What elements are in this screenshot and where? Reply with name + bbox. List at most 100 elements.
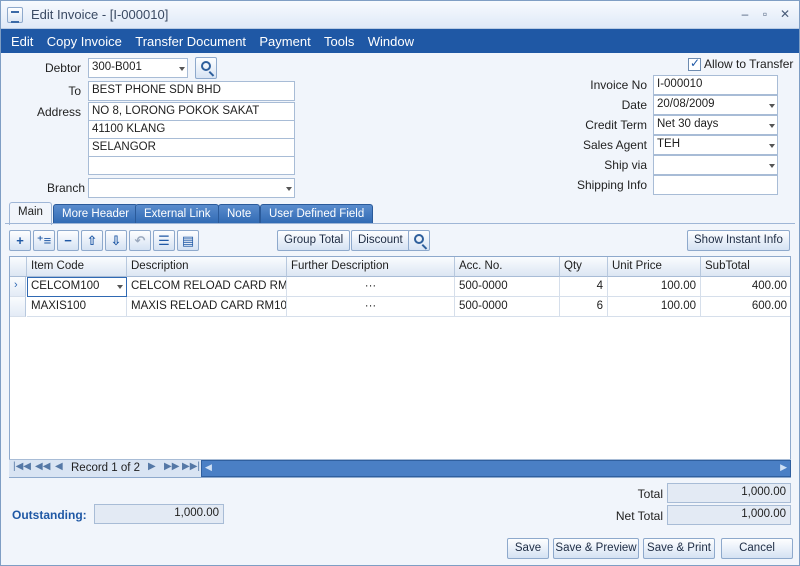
- col-further-description[interactable]: Further Description: [287, 257, 455, 277]
- table-cell-item-code[interactable]: MAXIS100: [27, 297, 127, 317]
- table-cell-item-code[interactable]: CELCOM100: [27, 277, 127, 297]
- col-subtotal[interactable]: SubTotal: [701, 257, 790, 277]
- credit-term-select[interactable]: Net 30 days: [653, 115, 778, 135]
- table-cell-description[interactable]: MAXIS RELOAD CARD RM100: [127, 297, 287, 317]
- invoice-window: Edit Invoice - [I-000010] – ▫ ✕ Edit Cop…: [0, 0, 800, 566]
- ship-via-select[interactable]: [653, 155, 778, 175]
- scroll-right-icon[interactable]: ▶: [780, 462, 787, 473]
- ship-via-label: Ship via: [604, 158, 647, 172]
- subtotal-row-button[interactable]: ☰: [153, 230, 175, 251]
- restore-button[interactable]: ▫: [755, 5, 775, 23]
- col-item-code[interactable]: Item Code: [27, 257, 127, 277]
- nav-prev-icon[interactable]: ◀: [55, 461, 63, 472]
- table-cell-unit-price[interactable]: 100.00: [608, 277, 701, 297]
- undo-button[interactable]: ↶: [129, 230, 151, 251]
- nav-next-page-icon[interactable]: ▶▶: [164, 461, 179, 472]
- chevron-down-icon: [769, 144, 775, 148]
- record-counter: Record 1 of 2: [71, 462, 141, 474]
- move-up-button[interactable]: ⇧: [81, 230, 103, 251]
- table-cell-subtotal[interactable]: 400.00: [701, 277, 790, 297]
- close-button[interactable]: ✕: [775, 5, 795, 23]
- col-acc-no[interactable]: Acc. No.: [455, 257, 560, 277]
- save-print-button[interactable]: Save & Print: [643, 538, 715, 559]
- tab-main[interactable]: Main: [9, 202, 52, 225]
- table-cell-acc-no[interactable]: 500-0000: [455, 297, 560, 317]
- scroll-left-icon[interactable]: ◀: [205, 462, 212, 473]
- menu-transfer-document[interactable]: Transfer Document: [130, 30, 251, 53]
- tab-user-defined-field[interactable]: User Defined Field: [260, 204, 374, 224]
- address-line-2[interactable]: 41100 KLANG: [88, 120, 295, 139]
- table-cell-qty[interactable]: 4: [560, 277, 608, 297]
- table-cell-further-description[interactable]: ···: [287, 277, 455, 297]
- nav-first-icon[interactable]: |◀◀: [13, 461, 31, 472]
- detail-icon: ▤: [181, 233, 195, 248]
- move-down-button[interactable]: ⇩: [105, 230, 127, 251]
- sales-agent-select[interactable]: TEH: [653, 135, 778, 155]
- debtor-value: 300-B001: [92, 61, 142, 73]
- find-item-button[interactable]: [408, 230, 430, 251]
- minus-icon: −: [64, 233, 72, 248]
- menu-copy-invoice[interactable]: Copy Invoice: [42, 30, 127, 53]
- tab-divider: [5, 223, 795, 224]
- col-unit-price[interactable]: Unit Price: [608, 257, 701, 277]
- table-cell-qty[interactable]: 6: [560, 297, 608, 317]
- address-line-4[interactable]: [88, 156, 295, 175]
- debtor-lookup-button[interactable]: [195, 57, 217, 79]
- table-cell-unit-price[interactable]: 100.00: [608, 297, 701, 317]
- add-row-button[interactable]: +: [9, 230, 31, 251]
- detail-view-button[interactable]: ▤: [177, 230, 199, 251]
- insert-row-button[interactable]: ⁺≡: [33, 230, 55, 251]
- save-button[interactable]: Save: [507, 538, 549, 559]
- to-field[interactable]: BEST PHONE SDN BHD: [88, 81, 295, 101]
- nav-next-icon[interactable]: ▶: [148, 461, 156, 472]
- total-label: Total: [637, 487, 663, 501]
- menu-bar: Edit Copy Invoice Transfer Document Paym…: [1, 29, 799, 53]
- menu-edit[interactable]: Edit: [6, 30, 38, 53]
- date-field[interactable]: 20/08/2009: [653, 95, 778, 115]
- row-indicator[interactable]: [10, 297, 26, 317]
- nav-last-icon[interactable]: ▶▶|: [182, 461, 200, 472]
- discount-button[interactable]: Discount: [351, 230, 410, 251]
- undo-icon: ↶: [134, 233, 146, 248]
- invoice-no-field[interactable]: I-000010: [653, 75, 778, 95]
- debtor-select[interactable]: 300-B001: [88, 58, 188, 78]
- menu-tools[interactable]: Tools: [319, 30, 359, 53]
- tab-more-header[interactable]: More Header: [53, 204, 139, 224]
- col-qty[interactable]: Qty: [560, 257, 608, 277]
- table-cell-subtotal[interactable]: 600.00: [701, 297, 790, 317]
- address-label: Address: [36, 105, 81, 119]
- allow-transfer-label: Allow to Transfer: [704, 57, 794, 71]
- insert-row-icon: ⁺≡: [36, 233, 52, 248]
- address-line-1[interactable]: NO 8, LORONG POKOK SAKAT: [88, 102, 295, 121]
- table-cell-description[interactable]: CELCOM RELOAD CARD RM100: [127, 277, 287, 297]
- table-cell-acc-no[interactable]: 500-0000: [455, 277, 560, 297]
- show-instant-info-button[interactable]: Show Instant Info: [687, 230, 790, 251]
- menu-payment[interactable]: Payment: [254, 30, 315, 53]
- title-bar: Edit Invoice - [I-000010] – ▫ ✕: [1, 1, 799, 29]
- col-description[interactable]: Description: [127, 257, 287, 277]
- item-grid: Item Code Description Further Descriptio…: [9, 256, 791, 478]
- plus-icon: +: [16, 233, 24, 248]
- branch-select[interactable]: [88, 178, 295, 198]
- table-cell-further-description[interactable]: ···: [287, 297, 455, 317]
- nav-prev-page-icon[interactable]: ◀◀: [35, 461, 50, 472]
- row-indicator[interactable]: ›: [10, 277, 26, 297]
- save-preview-button[interactable]: Save & Preview: [553, 538, 639, 559]
- menu-window[interactable]: Window: [363, 30, 419, 53]
- shipping-info-field[interactable]: [653, 175, 778, 195]
- outstanding-value: 1,000.00: [94, 504, 224, 524]
- tab-note[interactable]: Note: [218, 204, 261, 224]
- allow-transfer-checkbox[interactable]: [688, 56, 701, 71]
- minimize-button[interactable]: –: [735, 5, 755, 23]
- group-total-button[interactable]: Group Total: [277, 230, 351, 251]
- address-line-3[interactable]: SELANGOR: [88, 138, 295, 157]
- tab-external-link[interactable]: External Link: [135, 204, 220, 224]
- cancel-button[interactable]: Cancel: [721, 538, 793, 559]
- delete-row-button[interactable]: −: [57, 230, 79, 251]
- horizontal-scrollbar[interactable]: ◀ ▶: [201, 460, 791, 477]
- branch-label: Branch: [46, 181, 85, 195]
- list-icon: ☰: [158, 233, 170, 248]
- search-icon: [414, 234, 424, 244]
- chevron-down-icon: [769, 104, 775, 108]
- arrow-down-icon: ⇩: [110, 233, 122, 248]
